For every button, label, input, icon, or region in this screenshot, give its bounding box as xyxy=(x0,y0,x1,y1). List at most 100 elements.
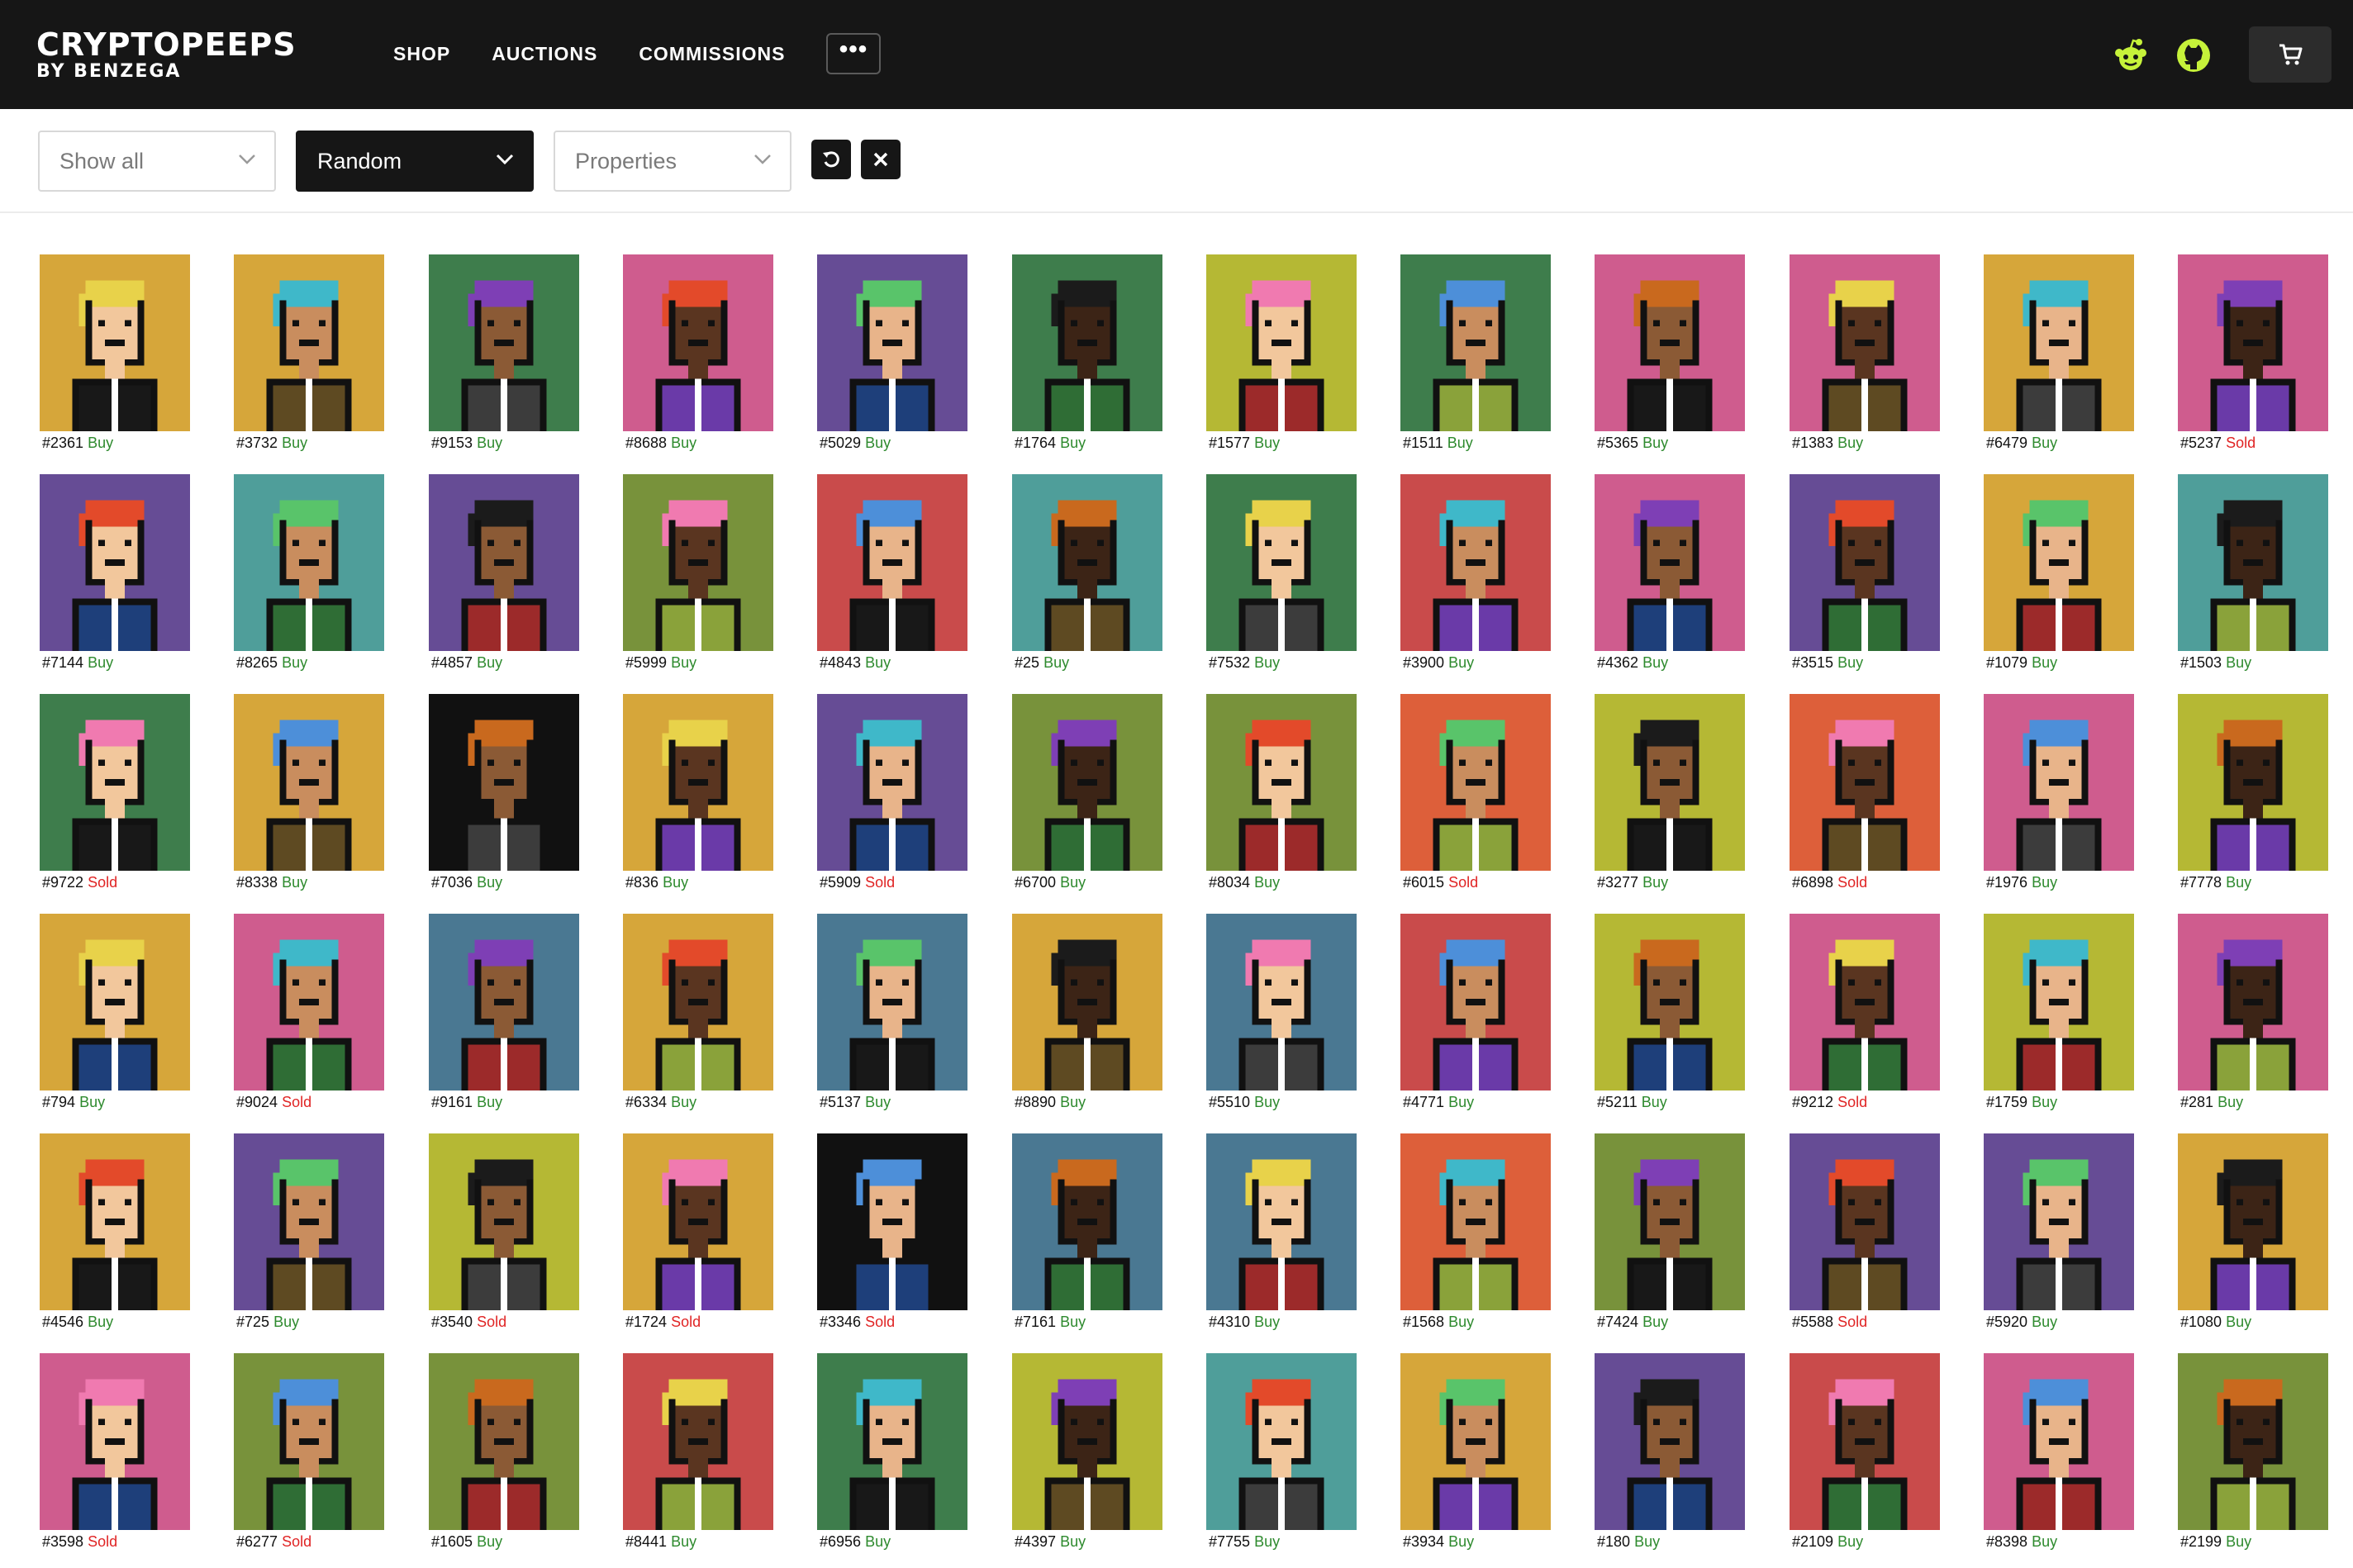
peep-card[interactable]: #2109 Buy xyxy=(1789,1353,1941,1551)
peep-card[interactable]: #6015 Sold xyxy=(1400,694,1552,892)
buy-link[interactable]: Buy xyxy=(2032,1094,2057,1110)
peep-image[interactable] xyxy=(1594,1353,1746,1530)
peep-image[interactable] xyxy=(1594,694,1746,871)
peep-card[interactable]: #6277 Sold xyxy=(233,1353,385,1551)
peep-card[interactable]: #1511 Buy xyxy=(1400,254,1552,453)
peep-card[interactable]: #1577 Buy xyxy=(1205,254,1357,453)
peep-image[interactable] xyxy=(233,1133,385,1310)
buy-link[interactable]: Buy xyxy=(2032,1533,2057,1550)
peep-card[interactable]: #3540 Sold xyxy=(428,1133,580,1332)
buy-link[interactable]: Buy xyxy=(2032,1314,2057,1330)
buy-link[interactable]: Buy xyxy=(2032,435,2057,451)
peep-image[interactable] xyxy=(233,694,385,871)
peep-image[interactable] xyxy=(233,1353,385,1530)
buy-link[interactable]: Buy xyxy=(88,435,113,451)
peep-image[interactable] xyxy=(2177,254,2329,431)
peep-image[interactable] xyxy=(428,1353,580,1530)
peep-image[interactable] xyxy=(1983,254,2135,431)
buy-link[interactable]: Buy xyxy=(865,1094,891,1110)
peep-image[interactable] xyxy=(2177,1133,2329,1310)
peep-image[interactable] xyxy=(1011,914,1163,1090)
peep-card[interactable]: #1383 Buy xyxy=(1789,254,1941,453)
buy-link[interactable]: Buy xyxy=(2032,874,2057,891)
peep-card[interactable]: #8265 Buy xyxy=(233,474,385,672)
peep-card[interactable]: #8338 Buy xyxy=(233,694,385,892)
site-logo[interactable]: CRYPTOPEEPS BY BENZEGA xyxy=(36,28,297,81)
peep-card[interactable]: #1503 Buy xyxy=(2177,474,2329,672)
peep-card[interactable]: #3515 Buy xyxy=(1789,474,1941,672)
peep-image[interactable] xyxy=(2177,1353,2329,1530)
peep-image[interactable] xyxy=(622,474,774,651)
buy-link[interactable]: Buy xyxy=(477,435,502,451)
buy-link[interactable]: Buy xyxy=(865,435,891,451)
peep-image[interactable] xyxy=(1789,254,1941,431)
peep-card[interactable]: #3277 Buy xyxy=(1594,694,1746,892)
buy-link[interactable]: Buy xyxy=(1254,1314,1280,1330)
buy-link[interactable]: Buy xyxy=(1642,654,1668,671)
buy-link[interactable]: Buy xyxy=(865,1533,891,1550)
buy-link[interactable]: Buy xyxy=(282,654,307,671)
buy-link[interactable]: Buy xyxy=(1043,654,1069,671)
buy-link[interactable]: Buy xyxy=(2226,1314,2251,1330)
peep-card[interactable]: #1724 Sold xyxy=(622,1133,774,1332)
peep-card[interactable]: #25 Buy xyxy=(1011,474,1163,672)
peep-card[interactable]: #281 Buy xyxy=(2177,914,2329,1112)
peep-image[interactable] xyxy=(1400,254,1552,431)
peep-image[interactable] xyxy=(428,254,580,431)
peep-card[interactable]: #7036 Buy xyxy=(428,694,580,892)
buy-link[interactable]: Buy xyxy=(671,435,696,451)
peep-card[interactable]: #7532 Buy xyxy=(1205,474,1357,672)
sort-select[interactable]: Random xyxy=(296,131,534,192)
buy-link[interactable]: Buy xyxy=(1060,435,1086,451)
peep-card[interactable]: #794 Buy xyxy=(39,914,191,1112)
buy-link[interactable]: Buy xyxy=(273,1314,299,1330)
peep-image[interactable] xyxy=(1789,1353,1941,1530)
refresh-button[interactable] xyxy=(811,140,851,179)
peep-image[interactable] xyxy=(233,914,385,1090)
peep-image[interactable] xyxy=(1400,694,1552,871)
peep-card[interactable]: #6479 Buy xyxy=(1983,254,2135,453)
peep-image[interactable] xyxy=(1011,1353,1163,1530)
buy-link[interactable]: Buy xyxy=(79,1094,105,1110)
peep-card[interactable]: #5237 Sold xyxy=(2177,254,2329,453)
peep-card[interactable]: #836 Buy xyxy=(622,694,774,892)
peep-image[interactable] xyxy=(1205,1133,1357,1310)
peep-card[interactable]: #7778 Buy xyxy=(2177,694,2329,892)
github-icon[interactable] xyxy=(2175,36,2213,74)
nav-auctions-link[interactable]: AUCTIONS xyxy=(492,40,597,68)
peep-image[interactable] xyxy=(816,1353,968,1530)
peep-card[interactable]: #9161 Buy xyxy=(428,914,580,1112)
buy-link[interactable]: Buy xyxy=(477,874,502,891)
peep-image[interactable] xyxy=(1789,1133,1941,1310)
peep-image[interactable] xyxy=(1789,914,1941,1090)
properties-select[interactable]: Properties xyxy=(554,131,791,192)
peep-image[interactable] xyxy=(816,474,968,651)
peep-card[interactable]: #4771 Buy xyxy=(1400,914,1552,1112)
peep-image[interactable] xyxy=(39,474,191,651)
peep-image[interactable] xyxy=(1205,254,1357,431)
more-menu-button[interactable]: ••• xyxy=(826,33,881,74)
peep-card[interactable]: #8688 Buy xyxy=(622,254,774,453)
peep-card[interactable]: #7161 Buy xyxy=(1011,1133,1163,1332)
peep-image[interactable] xyxy=(816,694,968,871)
peep-image[interactable] xyxy=(622,694,774,871)
peep-card[interactable]: #6956 Buy xyxy=(816,1353,968,1551)
peep-image[interactable] xyxy=(1011,254,1163,431)
peep-card[interactable]: #4397 Buy xyxy=(1011,1353,1163,1551)
buy-link[interactable]: Buy xyxy=(2032,654,2057,671)
peep-card[interactable]: #4546 Buy xyxy=(39,1133,191,1332)
peep-image[interactable] xyxy=(1400,1133,1552,1310)
buy-link[interactable]: Buy xyxy=(865,654,891,671)
buy-link[interactable]: Buy xyxy=(88,1314,113,1330)
peep-image[interactable] xyxy=(1594,474,1746,651)
buy-link[interactable]: Buy xyxy=(1448,1533,1474,1550)
buy-link[interactable]: Buy xyxy=(671,1533,696,1550)
peep-card[interactable]: #1079 Buy xyxy=(1983,474,2135,672)
buy-link[interactable]: Buy xyxy=(1642,435,1668,451)
peep-card[interactable]: #9024 Sold xyxy=(233,914,385,1112)
buy-link[interactable]: Buy xyxy=(1060,1094,1086,1110)
peep-card[interactable]: #4857 Buy xyxy=(428,474,580,672)
nav-commissions-link[interactable]: COMMISSIONS xyxy=(639,40,785,68)
peep-image[interactable] xyxy=(816,1133,968,1310)
buy-link[interactable]: Buy xyxy=(1447,435,1473,451)
